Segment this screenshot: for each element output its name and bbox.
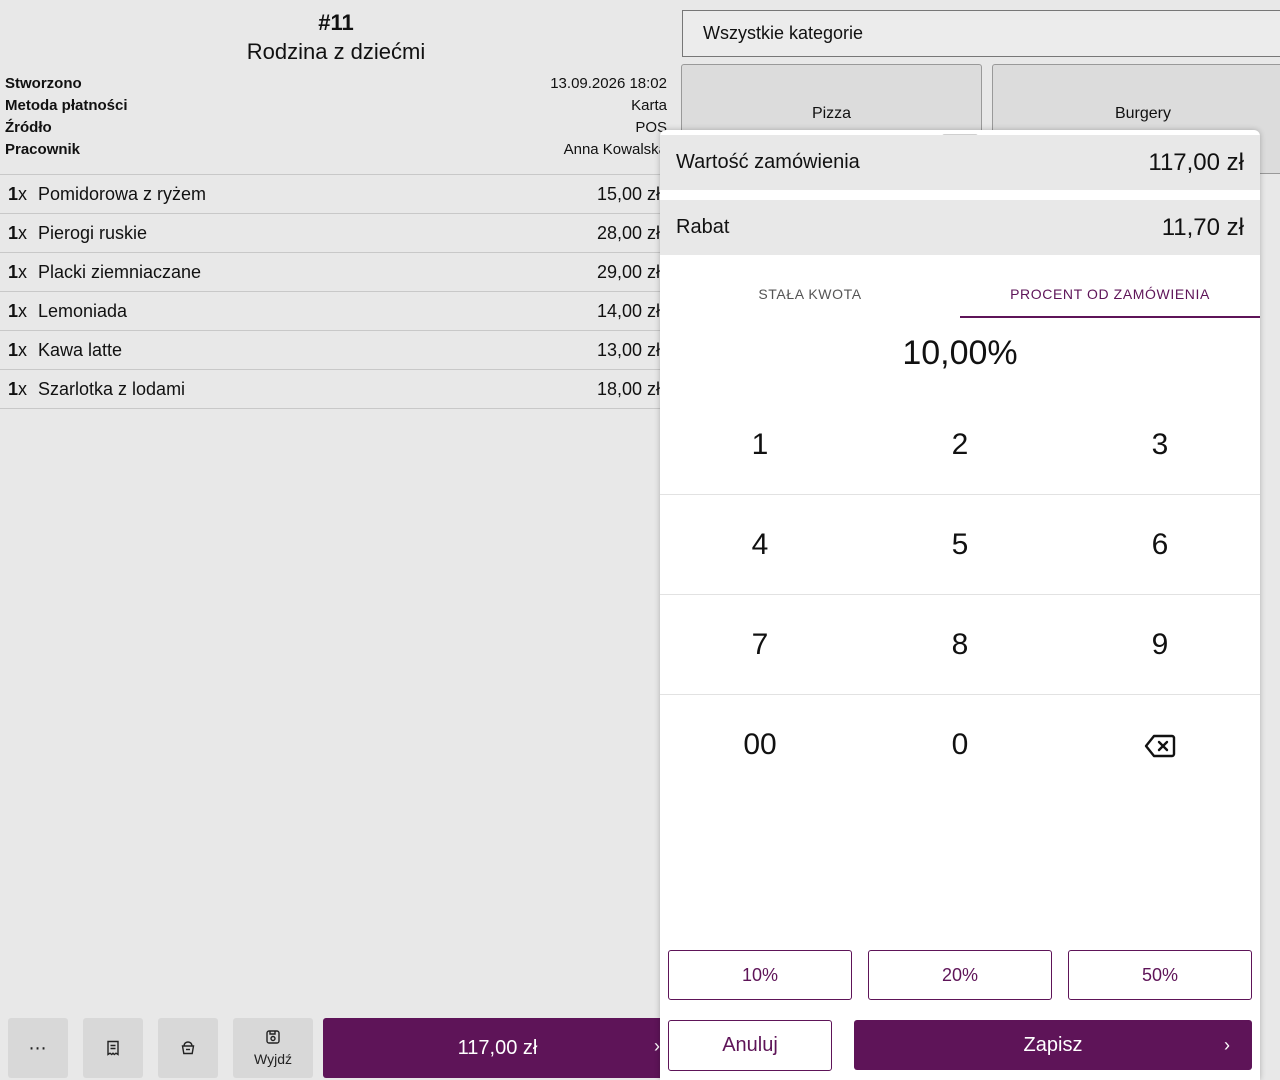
order-item[interactable]: 1x Szarlotka z lodami 18,00 zł xyxy=(0,370,672,409)
chevron-right-icon: › xyxy=(1224,1035,1230,1055)
item-qty: 1x xyxy=(8,340,28,360)
pay-total-button[interactable]: 117,00 zł › xyxy=(323,1018,672,1078)
tab-fixed-amount[interactable]: Stała kwota xyxy=(660,270,960,318)
meta-label: Źródło xyxy=(5,119,52,136)
meta-payment-method: Metoda płatności Karta xyxy=(5,95,667,117)
key-2[interactable]: 2 xyxy=(860,395,1060,495)
more-icon: ⋯ xyxy=(28,1037,48,1058)
item-qty: 1x xyxy=(8,184,28,204)
item-name: Lemoniada xyxy=(38,301,128,321)
item-name: Szarlotka z lodami xyxy=(38,379,186,399)
preset-10-percent-button[interactable]: 10% xyxy=(668,950,852,1000)
meta-label: Stworzono xyxy=(5,75,82,92)
key-00[interactable]: 00 xyxy=(660,695,860,795)
exit-button[interactable]: Wyjdź xyxy=(233,1018,313,1078)
order-item[interactable]: 1x Placki ziemniaczane 29,00 zł xyxy=(0,253,672,292)
discount-value: 11,70 zł xyxy=(1161,214,1244,241)
item-price: 29,00 zł xyxy=(597,262,661,282)
cancel-button[interactable]: Anuluj xyxy=(668,1020,832,1071)
keypad-row: 1 2 3 xyxy=(660,395,1260,495)
key-9[interactable]: 9 xyxy=(1060,595,1260,695)
item-name: Kawa latte xyxy=(38,340,123,360)
discount-amount-display: 10,00% xyxy=(902,334,1018,372)
basket-icon xyxy=(181,1041,195,1055)
numeric-keypad: 1 2 3 4 5 6 7 8 9 00 0 xyxy=(660,395,1260,795)
receipt-button[interactable] xyxy=(83,1018,143,1078)
item-qty: 1x xyxy=(8,379,28,399)
meta-value: Anna Kowalska xyxy=(563,141,667,158)
item-name: Pierogi ruskie xyxy=(38,223,148,243)
order-item[interactable]: 1x Lemoniada 14,00 zł xyxy=(0,292,672,331)
keypad-row: 4 5 6 xyxy=(660,495,1260,595)
key-8[interactable]: 8 xyxy=(860,595,1060,695)
item-name: Placki ziemniaczane xyxy=(38,262,202,282)
backspace-icon xyxy=(1144,734,1176,758)
order-value-row: Wartość zamówienia 117,00 zł xyxy=(660,135,1260,190)
more-button[interactable]: ⋯ xyxy=(8,1018,68,1078)
discount-row: Rabat 11,70 zł xyxy=(660,200,1260,255)
order-items-list: 1x Pomidorowa z ryżem 15,00 zł 1x Pierog… xyxy=(0,174,672,409)
category-select[interactable]: Wszystkie kategorie xyxy=(682,10,1280,57)
keypad-row: 00 0 xyxy=(660,695,1260,795)
save-label: Zapisz xyxy=(1023,1034,1083,1056)
keypad-row: 7 8 9 xyxy=(660,595,1260,695)
save-icon xyxy=(266,1030,280,1044)
key-4[interactable]: 4 xyxy=(660,495,860,595)
discount-label: Rabat xyxy=(676,216,730,238)
total-label: 117,00 zł xyxy=(457,1036,538,1059)
key-5[interactable]: 5 xyxy=(860,495,1060,595)
order-item[interactable]: 1x Pomidorowa z ryżem 15,00 zł xyxy=(0,175,672,214)
item-qty: 1x xyxy=(8,262,28,282)
order-item[interactable]: 1x Kawa latte 13,00 zł xyxy=(0,331,672,370)
meta-value: Karta xyxy=(631,97,667,114)
meta-created: Stworzono 13.09.2026 18:02 xyxy=(5,73,667,95)
key-7[interactable]: 7 xyxy=(660,595,860,695)
item-price: 14,00 zł xyxy=(597,301,661,321)
item-price: 15,00 zł xyxy=(597,184,661,204)
receipt-icon xyxy=(107,1040,119,1056)
item-price: 28,00 zł xyxy=(597,223,661,243)
key-1[interactable]: 1 xyxy=(660,395,860,495)
preset-50-percent-button[interactable]: 50% xyxy=(1068,950,1252,1000)
meta-label: Pracownik xyxy=(5,141,81,158)
exit-label: Wyjdź xyxy=(254,1051,292,1067)
item-qty: 1x xyxy=(8,301,28,321)
key-3[interactable]: 3 xyxy=(1060,395,1260,495)
meta-value: 13.09.2026 18:02 xyxy=(550,75,667,92)
item-price: 13,00 zł xyxy=(597,340,661,360)
order-value: 117,00 zł xyxy=(1148,149,1244,176)
meta-employee: Pracownik Anna Kowalska xyxy=(5,139,667,161)
order-name: Rodzina z dziećmi xyxy=(246,39,426,64)
tab-percent-of-order[interactable]: Procent od zamówienia xyxy=(960,270,1260,318)
item-qty: 1x xyxy=(8,223,28,243)
meta-source: Źródło POS xyxy=(5,117,667,139)
order-panel: #11 Rodzina z dziećmi Stworzono 13.09.20… xyxy=(0,0,672,1080)
discount-sheet: Wartość zamówienia 117,00 zł Rabat 11,70… xyxy=(660,130,1260,1080)
key-6[interactable]: 6 xyxy=(1060,495,1260,595)
save-button[interactable]: Zapisz › xyxy=(854,1020,1252,1070)
order-item[interactable]: 1x Pierogi ruskie 28,00 zł xyxy=(0,214,672,253)
backspace-button[interactable] xyxy=(1060,695,1260,795)
basket-button[interactable] xyxy=(158,1018,218,1078)
order-value-label: Wartość zamówienia xyxy=(676,151,860,173)
item-name: Pomidorowa z ryżem xyxy=(38,184,207,204)
key-0[interactable]: 0 xyxy=(860,695,1060,795)
meta-label: Metoda płatności xyxy=(5,97,128,114)
preset-20-percent-button[interactable]: 20% xyxy=(868,950,1052,1000)
item-price: 18,00 zł xyxy=(597,379,661,399)
order-number: #11 xyxy=(318,10,354,35)
